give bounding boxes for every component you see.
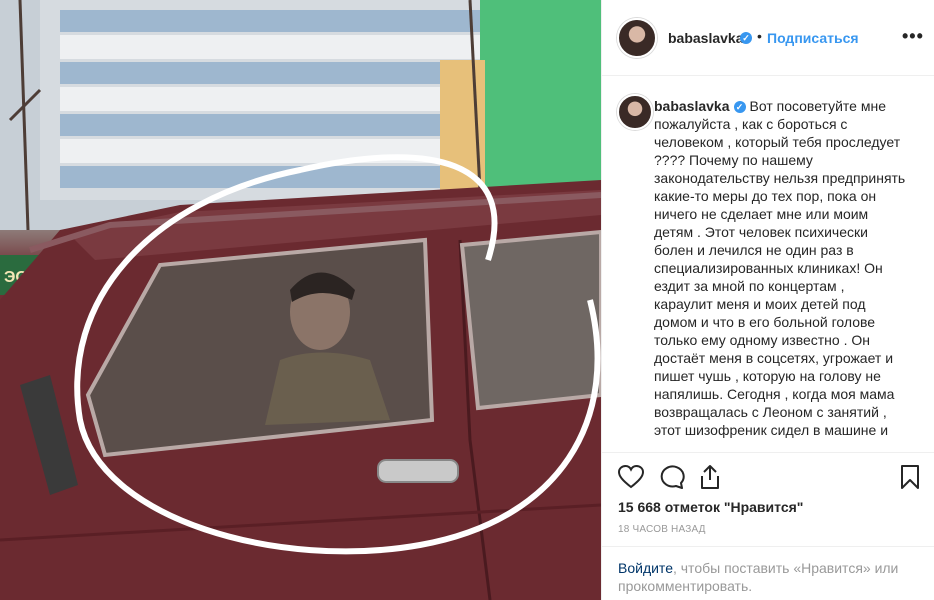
avatar[interactable]: [617, 18, 657, 58]
post-photo[interactable]: ЭОІТ: [0, 0, 601, 600]
post-timestamp[interactable]: 18 ЧАСОВ НАЗАД: [618, 524, 706, 535]
bookmark-icon[interactable]: [900, 465, 920, 489]
post-header: babaslavka ✓ • Подписаться •••: [602, 0, 934, 76]
photo-scene: ЭОІТ: [0, 0, 601, 600]
login-prompt-text: Войдите, чтобы поставить «Нравится» или …: [618, 559, 918, 595]
post-side-panel: babaslavka ✓ • Подписаться ••• babaslavk…: [601, 0, 934, 600]
caption-text: Вот посоветуйте мне пожалуйста , как с б…: [654, 98, 906, 438]
follow-button[interactable]: Подписаться: [767, 30, 859, 46]
post-actions: 15 668 отметок "Нравится" 18 ЧАСОВ НАЗАД: [602, 452, 934, 542]
header-separator: •: [757, 28, 762, 44]
login-link[interactable]: Войдите: [618, 560, 673, 576]
login-prompt: Войдите, чтобы поставить «Нравится» или …: [602, 546, 934, 600]
share-icon[interactable]: [698, 464, 722, 490]
comment-icon[interactable]: [659, 465, 685, 489]
likes-count[interactable]: 15 668 отметок "Нравится": [618, 499, 803, 515]
comments-area[interactable]: babaslavka ✓ Вот посоветуйте мне пожалуйст…: [602, 77, 934, 452]
post-caption: babaslavka ✓ Вот посоветуйте мне пожалуйст…: [654, 97, 906, 439]
header-username[interactable]: babaslavka: [668, 30, 744, 46]
caption-username[interactable]: babaslavka: [654, 98, 730, 114]
verified-badge-icon: ✓: [740, 32, 752, 44]
caption-avatar[interactable]: [617, 94, 653, 130]
more-options-icon[interactable]: •••: [902, 26, 924, 47]
caption-verified-badge-icon: ✓: [733, 101, 746, 114]
heart-icon[interactable]: [618, 465, 644, 489]
